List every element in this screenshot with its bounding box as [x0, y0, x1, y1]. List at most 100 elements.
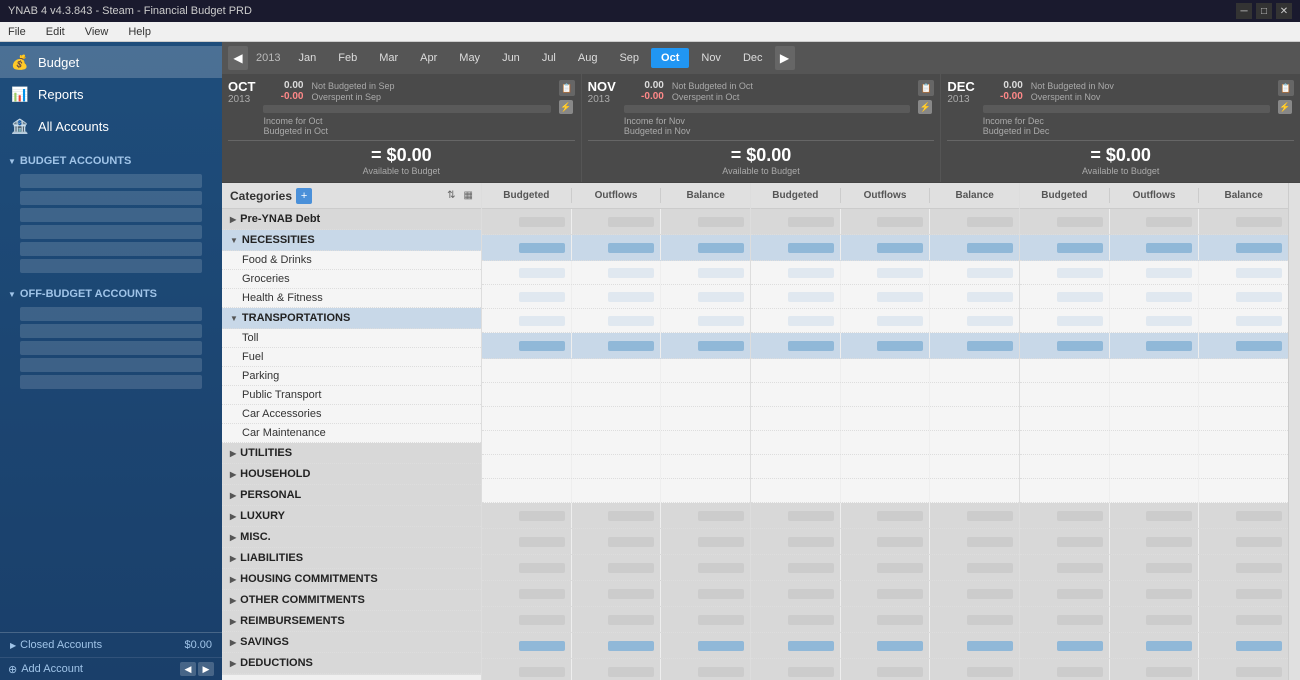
month-tab-jan[interactable]: Jan — [288, 48, 326, 68]
sidebar-item-reports[interactable]: 📊 Reports — [0, 78, 222, 110]
cat-row-car-accessories[interactable]: Car Accessories — [222, 405, 481, 424]
oct-line1: 0.00 Not Budgeted in Sep — [263, 80, 550, 91]
month-tab-dec[interactable]: Dec — [733, 48, 773, 68]
nov-copy-icon[interactable]: 📋 — [918, 80, 934, 96]
cat-row-necessities[interactable]: ▼ NECESSITIES — [222, 230, 481, 251]
month-next-button[interactable]: ▶ — [775, 46, 795, 70]
file-menu[interactable]: File — [4, 26, 30, 38]
sidebar-item-budget[interactable]: 💰 Budget — [0, 46, 222, 78]
cat-row-other-commitments[interactable]: ▶ OTHER COMMITMENTS — [222, 590, 481, 611]
add-category-button[interactable]: + — [296, 188, 312, 204]
categories-title: Categories + — [230, 188, 312, 204]
cat-row-savings[interactable]: ▶ SAVINGS — [222, 632, 481, 653]
month-prev-button[interactable]: ◀ — [228, 46, 248, 70]
view-menu[interactable]: View — [81, 26, 113, 38]
edit-menu[interactable]: Edit — [42, 26, 69, 38]
oct-balance-header: Balance — [661, 188, 750, 203]
filter-icon[interactable]: ▦ — [464, 190, 473, 201]
hidden-categories-row[interactable]: Hidden Categories — [222, 674, 481, 680]
dec-lightning-icon[interactable]: ⚡ — [1278, 100, 1292, 114]
month-tab-nov[interactable]: Nov — [691, 48, 731, 68]
month-tab-jun[interactable]: Jun — [492, 48, 530, 68]
budget-icon: 💰 — [10, 52, 30, 72]
oct-cell-2[interactable] — [572, 209, 662, 234]
nov-balance-header: Balance — [930, 188, 1019, 203]
month-tab-may[interactable]: May — [449, 48, 490, 68]
add-account-row: ⊕ Add Account ◀ ▶ — [0, 657, 222, 680]
sidebar-all-accounts-label: All Accounts — [38, 119, 109, 134]
cat-label-transportation: TRANSPORTATIONS — [242, 312, 350, 324]
help-menu[interactable]: Help — [124, 26, 155, 38]
budget-accounts-triangle: ▼ — [8, 157, 16, 166]
month-tab-jul[interactable]: Jul — [532, 48, 566, 68]
oct-cell-4[interactable] — [482, 235, 572, 260]
closed-accounts-triangle: ▶ — [10, 641, 16, 650]
sidebar: 💰 Budget 📊 Reports 🏦 All Accounts ▼ Budg… — [0, 42, 222, 680]
cat-row-parking[interactable]: Parking — [222, 367, 481, 386]
cat-row-food[interactable]: Food & Drinks — [222, 251, 481, 270]
prev-arrow[interactable]: ◀ — [180, 662, 196, 676]
cat-row-personal[interactable]: ▶ PERSONAL — [222, 485, 481, 506]
oct-month-label: OCT 2013 — [228, 80, 255, 105]
cat-row-fuel[interactable]: Fuel — [222, 348, 481, 367]
closed-accounts-row[interactable]: ▶ Closed Accounts $0.00 — [0, 633, 222, 657]
off-budget-accounts-label: Off-Budget Accounts — [20, 288, 157, 300]
oct-food-2[interactable] — [572, 261, 662, 284]
close-button[interactable]: ✕ — [1276, 3, 1292, 19]
oct-cell-5[interactable] — [572, 235, 662, 260]
cat-label-toll: Toll — [242, 332, 259, 344]
sidebar-bottom: ▶ Closed Accounts $0.00 ⊕ Add Account ◀ … — [0, 632, 222, 680]
off-budget-accounts-header[interactable]: ▼ Off-Budget Accounts — [0, 283, 222, 305]
cat-row-transportation[interactable]: ▼ TRANSPORTATIONS — [222, 308, 481, 329]
dec-copy-icon[interactable]: 📋 — [1278, 80, 1294, 96]
year-label: 2013 — [250, 48, 286, 68]
month-tab-sep[interactable]: Sep — [609, 48, 649, 68]
cat-row-utilities[interactable]: ▶ UTILITIES — [222, 443, 481, 464]
cat-label-necessities: NECESSITIES — [242, 234, 315, 246]
oct-cell-1[interactable] — [482, 209, 572, 234]
off-budget-triangle: ▼ — [8, 290, 16, 299]
cat-row-toll[interactable]: Toll — [222, 329, 481, 348]
cat-row-health[interactable]: Health & Fitness — [222, 289, 481, 308]
minimize-button[interactable]: ─ — [1236, 3, 1252, 19]
month-tab-oct[interactable]: Oct — [651, 48, 689, 68]
cat-row-public-transport[interactable]: Public Transport — [222, 386, 481, 405]
oct-copy-icon[interactable]: 📋 — [559, 80, 575, 96]
cat-row-liabilities[interactable]: ▶ LIABILITIES — [222, 548, 481, 569]
cat-row-pre-ynab[interactable]: ▶ Pre-YNAB Debt — [222, 209, 481, 230]
sort-icon[interactable]: ⇅ — [447, 190, 455, 201]
cat-label-food: Food & Drinks — [242, 254, 312, 266]
sidebar-item-all-accounts[interactable]: 🏦 All Accounts — [0, 110, 222, 142]
oct-lightning-icon[interactable]: ⚡ — [559, 100, 573, 114]
oct-data-parking — [482, 407, 750, 431]
cat-row-car-maintenance[interactable]: Car Maintenance — [222, 424, 481, 443]
categories-header: Categories + ⇅ ▦ — [222, 183, 481, 209]
maximize-button[interactable]: □ — [1256, 3, 1272, 19]
budget-account-2 — [20, 191, 202, 205]
oct-food-1[interactable] — [482, 261, 572, 284]
vertical-scrollbar[interactable] — [1288, 183, 1300, 680]
cat-row-groceries[interactable]: Groceries — [222, 270, 481, 289]
cat-row-misc[interactable]: ▶ MISC. — [222, 527, 481, 548]
month-tab-apr[interactable]: Apr — [410, 48, 447, 68]
other-commitments-triangle: ▶ — [230, 596, 236, 605]
oct-data-fuel — [482, 383, 750, 407]
budget-accounts-header[interactable]: ▼ Budget Accounts — [0, 150, 222, 172]
oct-cell-3[interactable] — [661, 209, 750, 234]
cat-row-deductions[interactable]: ▶ DEDUCTIONS — [222, 653, 481, 674]
cat-row-household[interactable]: ▶ HOUSEHOLD — [222, 464, 481, 485]
oct-cell-6[interactable] — [661, 235, 750, 260]
next-arrow[interactable]: ▶ — [198, 662, 214, 676]
month-tab-aug[interactable]: Aug — [568, 48, 608, 68]
month-tab-mar[interactable]: Mar — [369, 48, 408, 68]
nov-panel-header: NOV 2013 0.00 Not Budgeted in Oct -0.00 … — [588, 80, 935, 136]
add-account-button[interactable]: ⊕ Add Account — [8, 663, 83, 676]
sidebar-budget-label: Budget — [38, 55, 79, 70]
cat-row-reimbursements[interactable]: ▶ REIMBURSEMENTS — [222, 611, 481, 632]
oct-amounts: 0.00 Not Budgeted in Sep -0.00 Overspent… — [263, 80, 550, 136]
month-tab-feb[interactable]: Feb — [328, 48, 367, 68]
oct-food-3[interactable] — [661, 261, 750, 284]
cat-row-housing[interactable]: ▶ HOUSING COMMITMENTS — [222, 569, 481, 590]
cat-row-luxury[interactable]: ▶ LUXURY — [222, 506, 481, 527]
nov-lightning-icon[interactable]: ⚡ — [918, 100, 932, 114]
